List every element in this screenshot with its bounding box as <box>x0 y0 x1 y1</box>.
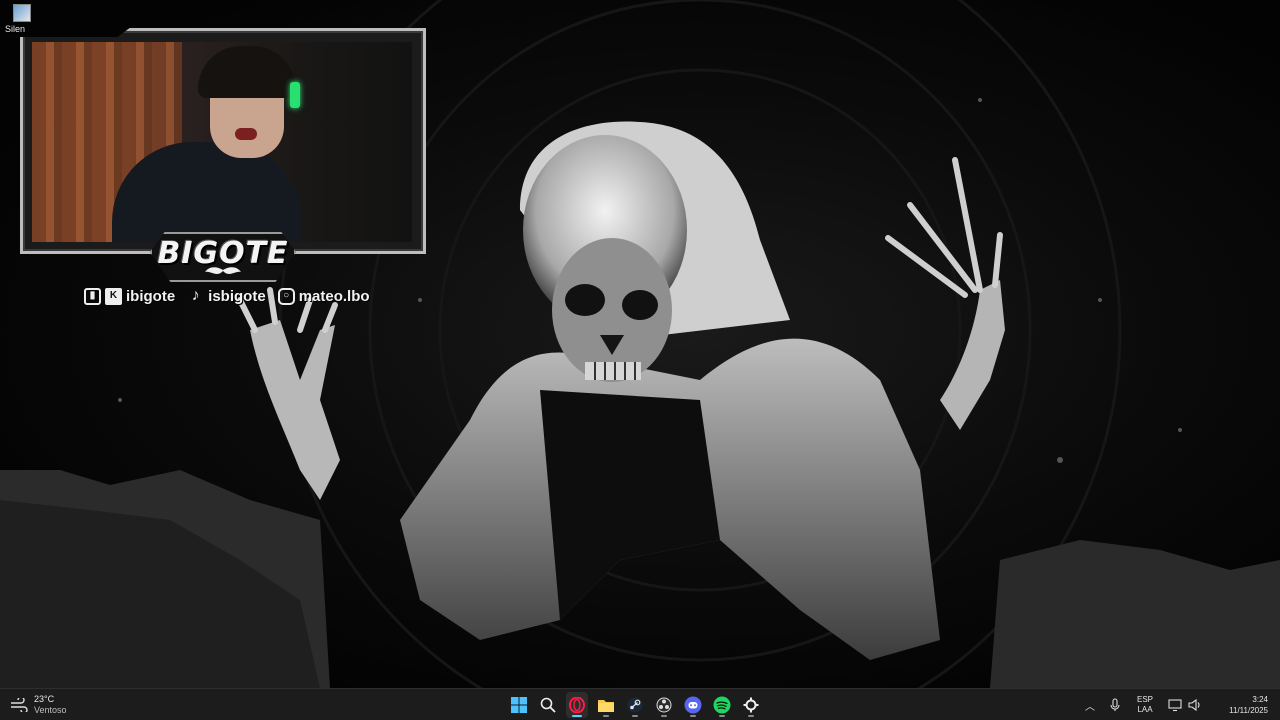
headset-light <box>290 82 300 108</box>
clock[interactable]: 3:24 11/11/2025 <box>1218 694 1268 716</box>
obs-icon <box>656 697 672 713</box>
obs-button[interactable] <box>653 692 675 718</box>
social-tiktok: ♪ isbigote <box>187 288 266 305</box>
social-twitch-kick: ▮ K ibigote <box>84 287 176 305</box>
discord-icon <box>684 696 702 714</box>
brand-banner: BIGOTE ▮ K ibigote ♪ isbigote ○ mateo.lb… <box>20 232 426 310</box>
taskbar: 23°C Ventoso ︿ ESP LAA 3:24 11/11/2025 <box>0 688 1280 720</box>
folder-icon <box>598 700 614 712</box>
show-hidden-icons-button[interactable]: ︿ <box>1080 698 1100 713</box>
start-icon <box>511 697 527 713</box>
input-language-indicator[interactable]: ESP LAA <box>1132 695 1158 715</box>
wind-icon <box>11 698 28 712</box>
network-icon[interactable] <box>1168 698 1182 712</box>
steam-button[interactable] <box>624 692 646 718</box>
weather-temp: 23°C <box>34 694 55 704</box>
weather-condition: Ventoso <box>34 705 67 715</box>
streamer-mouth <box>235 128 257 140</box>
chevron-up-icon: ︿ <box>1085 701 1095 713</box>
search-button[interactable] <box>537 692 559 718</box>
language-code: ESP <box>1136 695 1153 704</box>
mustache-icon <box>205 267 241 274</box>
opera-gx-icon <box>569 697 585 713</box>
taskbar-apps <box>508 689 762 720</box>
start-button[interactable] <box>508 692 530 718</box>
opera-gx-button[interactable] <box>566 692 588 718</box>
volume-icon[interactable] <box>1188 698 1202 712</box>
discord-button[interactable] <box>682 692 704 718</box>
streamer-hair <box>198 46 296 98</box>
system-tray: ︿ ESP LAA 3:24 11/11/2025 <box>1080 689 1280 720</box>
webcam-overlay: BIGOTE ▮ K ibigote ♪ isbigote ○ mateo.lb… <box>20 28 426 310</box>
spotify-button[interactable] <box>711 692 733 718</box>
clock-date: 11/11/2025 <box>1229 706 1268 715</box>
weather-widget[interactable]: 23°C Ventoso <box>10 694 67 716</box>
kick-icon: K <box>105 287 122 305</box>
instagram-icon: ○ <box>277 287 295 305</box>
spotify-icon <box>713 696 731 714</box>
shortcut-icon <box>13 4 31 22</box>
keyboard-layout: LAA <box>1137 705 1153 714</box>
clock-time: 3:24 <box>1252 695 1268 704</box>
search-icon <box>540 697 556 713</box>
twitch-icon: ▮ <box>84 287 101 305</box>
steelseries-icon <box>743 697 759 713</box>
steelseries-button[interactable] <box>740 692 762 718</box>
twitch-kick-handle: ibigote <box>126 287 176 305</box>
social-links: ▮ K ibigote ♪ isbigote ○ mateo.lbo <box>84 284 374 308</box>
tiktok-handle: isbigote <box>208 287 266 305</box>
instagram-handle: mateo.lbo <box>298 287 370 305</box>
tiktok-icon: ♪ <box>191 287 200 304</box>
webcam-feed <box>32 42 412 242</box>
steam-icon <box>627 697 643 713</box>
social-instagram: ○ mateo.lbo <box>277 287 370 305</box>
microphone-icon[interactable] <box>1108 698 1122 712</box>
file-explorer-button[interactable] <box>595 692 617 718</box>
